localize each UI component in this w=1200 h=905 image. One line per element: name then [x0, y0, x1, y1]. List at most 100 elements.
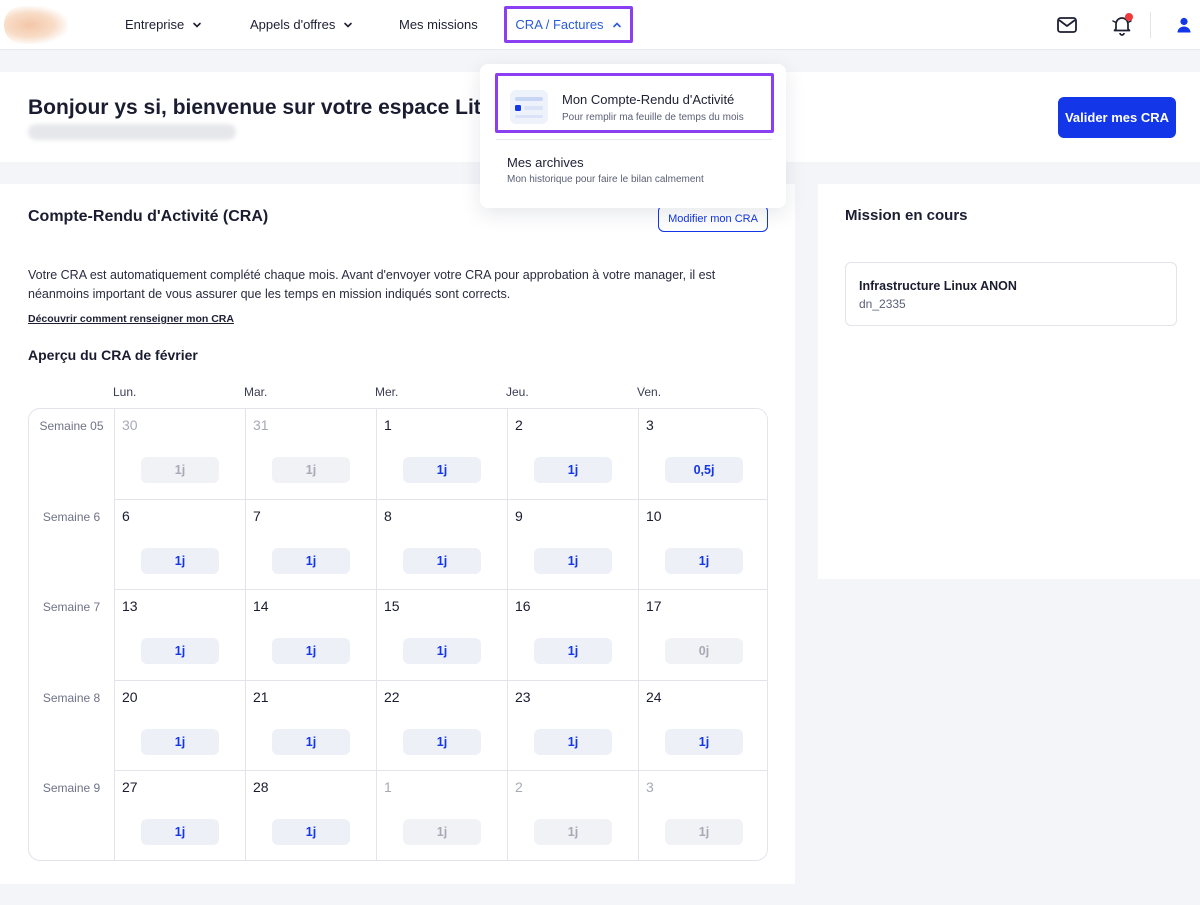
menu-item-mon-cra-title: Mon Compte-Rendu d'Activité: [562, 92, 735, 107]
day-number: 9: [515, 507, 523, 524]
menu-item-mon-cra-subtitle: Pour remplir ma feuille de temps du mois: [562, 112, 744, 123]
chevron-up-icon: [612, 21, 621, 27]
nav-entreprise-label: Entreprise: [125, 17, 185, 32]
day-header-tue: Mar.: [244, 385, 268, 399]
calendar-day-cell[interactable]: 17 0j: [638, 590, 767, 681]
calendar-day-cell[interactable]: 21 1j: [245, 680, 376, 772]
calendar-day-cell[interactable]: 3 1j: [638, 771, 767, 860]
day-number: 16: [515, 598, 531, 615]
day-number: 1: [384, 779, 392, 796]
day-number: 30: [122, 417, 138, 433]
day-number: 22: [384, 688, 400, 705]
day-number: 2: [515, 417, 523, 433]
nav-entreprise[interactable]: Entreprise: [125, 10, 202, 40]
day-number: 8: [384, 507, 392, 524]
calendar-day-cell[interactable]: 28 1j: [245, 771, 376, 860]
nav-appels-offres-label: Appels d'offres: [250, 17, 336, 32]
calendar-day-cell[interactable]: 20 1j: [114, 680, 245, 772]
calendar-day-cell[interactable]: 1 1j: [376, 771, 507, 860]
day-number: 3: [646, 779, 654, 796]
day-time-value: 1j: [534, 728, 612, 755]
mail-icon[interactable]: [1055, 13, 1079, 37]
notification-dot: [1125, 13, 1133, 21]
nav-appels-offres[interactable]: Appels d'offres: [250, 10, 353, 40]
day-number: 20: [122, 688, 138, 705]
menu-item-mes-archives[interactable]: Mes archives Mon historique pour faire l…: [496, 144, 772, 198]
day-time-value: 1j: [665, 728, 743, 755]
day-time-value: 1j: [272, 728, 350, 755]
day-number: 15: [384, 598, 400, 615]
nav-mes-missions-label: Mes missions: [399, 17, 478, 32]
day-number: 24: [646, 688, 662, 705]
calendar-day-cell[interactable]: 13 1j: [114, 590, 245, 681]
day-time-value: 1j: [141, 728, 219, 755]
day-time-value: 1j: [141, 819, 219, 846]
day-number: 6: [122, 507, 130, 524]
week-label: Semaine 8: [42, 690, 101, 705]
week-label: Semaine 05: [39, 419, 104, 433]
day-time-value: 1j: [403, 638, 481, 665]
calendar-day-cell[interactable]: 6 1j: [114, 499, 245, 591]
calendar-day-cell[interactable]: 2 1j: [507, 409, 638, 500]
calendar-day-cell[interactable]: 2 1j: [507, 771, 638, 860]
calendar-day-cell[interactable]: 31 1j: [245, 409, 376, 500]
nav-cra-factures-label: CRA / Factures: [515, 17, 604, 32]
menu-item-mon-cra[interactable]: Mon Compte-Rendu d'Activité Pour remplir…: [495, 73, 774, 133]
day-number: 3: [646, 417, 654, 433]
week-label: Semaine 9: [42, 781, 101, 796]
calendar-day-cell[interactable]: 3 0,5j: [638, 409, 767, 500]
cra-sheet-icon: [510, 90, 548, 124]
week-label: Semaine 7: [42, 600, 101, 615]
nav-cra-factures[interactable]: CRA / Factures: [504, 6, 633, 43]
valider-cra-button[interactable]: Valider mes CRA: [1058, 97, 1176, 138]
calendar-day-cell[interactable]: 22 1j: [376, 680, 507, 772]
day-time-value: 1j: [272, 638, 350, 665]
day-header-mon: Lun.: [113, 385, 137, 399]
cra-help-link[interactable]: Découvrir comment renseigner mon CRA: [28, 313, 234, 325]
modifier-cra-button[interactable]: Modifier mon CRA: [658, 205, 768, 232]
calendar-day-cell[interactable]: 15 1j: [376, 590, 507, 681]
day-time-value: 1j: [534, 638, 612, 665]
greeting-title: Bonjour ys si, bienvenue sur votre espac…: [28, 96, 506, 119]
calendar-day-cell[interactable]: 16 1j: [507, 590, 638, 681]
day-time-value: 1j: [665, 819, 743, 846]
greeting-subtitle-redacted: [28, 124, 236, 140]
cra-factures-dropdown: Mon Compte-Rendu d'Activité Pour remplir…: [480, 64, 786, 208]
day-number: 21: [253, 688, 269, 705]
calendar-day-cell[interactable]: 1 1j: [376, 409, 507, 500]
calendar-day-cell[interactable]: 24 1j: [638, 680, 767, 772]
calendar-day-cell[interactable]: 7 1j: [245, 499, 376, 591]
menu-item-mes-archives-title: Mes archives: [507, 155, 584, 170]
chevron-down-icon: [344, 22, 353, 28]
cra-description: Votre CRA est automatiquement complété c…: [28, 268, 716, 301]
day-number: 31: [253, 417, 269, 433]
cra-title: Compte-Rendu d'Activité (CRA): [28, 208, 269, 225]
calendar-day-cell[interactable]: 10 1j: [638, 499, 767, 591]
day-header-thu: Jeu.: [506, 385, 529, 399]
day-time-value: 1j: [534, 457, 612, 483]
calendar-day-cell[interactable]: 8 1j: [376, 499, 507, 591]
cra-calendar: Semaine 05 30 1j 31 1j 1 1j 2 1j 3 0,5j Semaine 661…: [28, 408, 768, 861]
mission-code: dn_2335: [859, 297, 906, 311]
calendar-day-cell[interactable]: 23 1j: [507, 680, 638, 772]
nav-mes-missions[interactable]: Mes missions: [399, 10, 478, 40]
day-time-value: 1j: [272, 819, 350, 846]
day-number: 7: [253, 507, 261, 524]
day-time-value: 1j: [141, 457, 219, 483]
day-time-value: 1j: [272, 457, 350, 483]
calendar-day-cell[interactable]: 14 1j: [245, 590, 376, 681]
day-number: 13: [122, 598, 138, 615]
day-time-value: 1j: [534, 547, 612, 574]
mission-item[interactable]: Infrastructure Linux ANON dn_2335: [845, 262, 1177, 326]
day-number: 14: [253, 598, 269, 615]
day-time-value: 1j: [141, 547, 219, 574]
calendar-day-cell[interactable]: 9 1j: [507, 499, 638, 591]
menu-item-mes-archives-subtitle: Mon historique pour faire le bilan calme…: [507, 174, 704, 185]
user-icon[interactable]: [1172, 13, 1196, 37]
day-number: 2: [515, 779, 523, 796]
calendar-day-cell[interactable]: 27 1j: [114, 771, 245, 860]
day-time-value: 1j: [403, 457, 481, 483]
calendar-day-cell[interactable]: 30 1j: [114, 409, 245, 500]
logo[interactable]: [4, 6, 68, 44]
menu-divider: [496, 139, 772, 140]
